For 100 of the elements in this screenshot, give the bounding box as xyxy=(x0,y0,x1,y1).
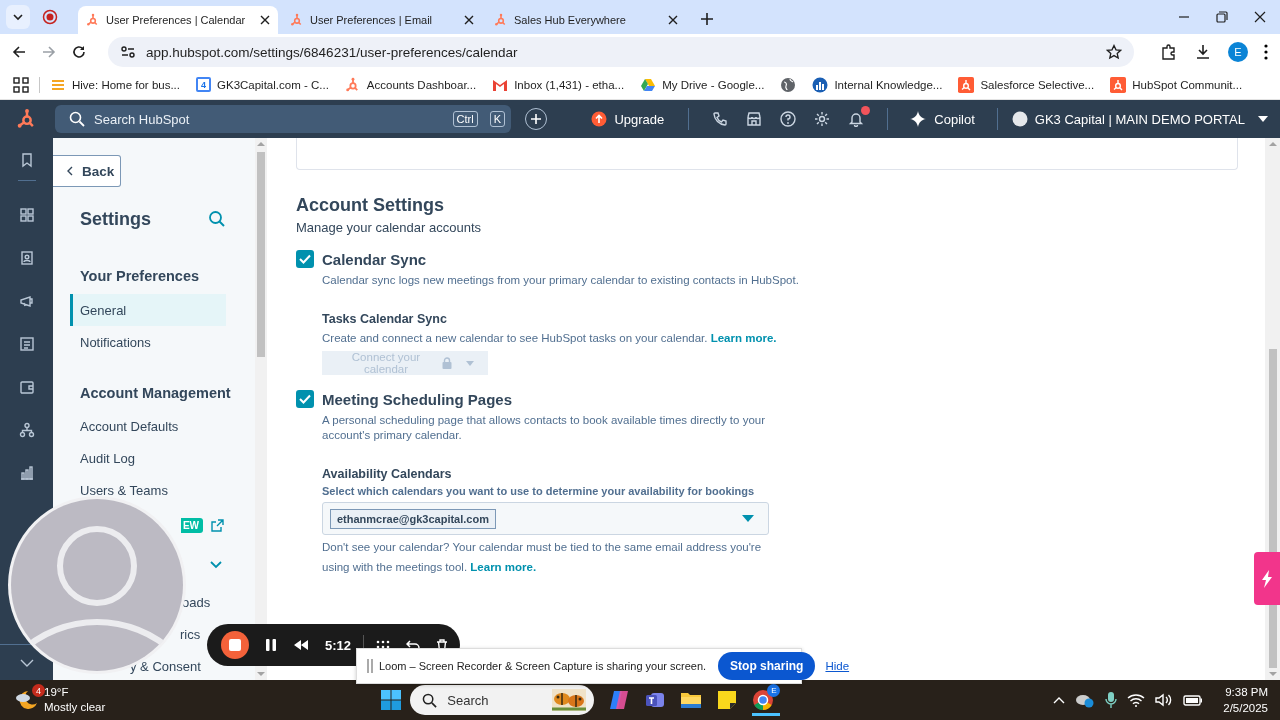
bookmark[interactable]: Hive: Home for bus... xyxy=(50,76,180,93)
sidebar-item[interactable]: rics xyxy=(180,626,201,642)
hide-link[interactable]: Hide xyxy=(825,660,850,672)
star-icon[interactable] xyxy=(1106,44,1122,60)
subsection-title: Tasks Calendar Sync xyxy=(322,312,448,326)
bookmark[interactable] xyxy=(780,76,797,93)
close-icon[interactable] xyxy=(668,15,678,25)
undo-icon[interactable] xyxy=(406,639,420,651)
tab-search-button[interactable] xyxy=(6,5,30,29)
upgrade-button[interactable]: Upgrade xyxy=(581,111,675,127)
profile-avatar[interactable]: E xyxy=(1228,42,1248,62)
external-link-icon[interactable] xyxy=(211,518,224,532)
search-placeholder: Search HubSpot xyxy=(94,111,190,127)
browser-tab[interactable]: User Preferences | Calendar xyxy=(78,6,278,34)
phone-icon[interactable] xyxy=(712,111,729,127)
sprocket-icon xyxy=(86,13,100,27)
record-icon xyxy=(42,9,58,25)
copilot-icon[interactable] xyxy=(608,689,631,711)
restore-icon[interactable] xyxy=(1216,11,1228,23)
chevron-up-icon[interactable] xyxy=(1053,696,1066,704)
quick-actions-tab[interactable] xyxy=(1254,552,1280,605)
stop-sharing-button[interactable]: Stop sharing xyxy=(718,652,816,680)
battery-icon[interactable] xyxy=(1183,694,1204,706)
bar-chart-icon[interactable] xyxy=(18,464,35,481)
option-description: A personal scheduling page that allows contacts to book available times directly to your account's primary calendar. xyxy=(322,413,766,443)
wallet-icon[interactable] xyxy=(18,378,35,395)
search-field[interactable]: Search HubSpot Ctrl K xyxy=(55,105,511,133)
sharing-message: Loom – Screen Recorder & Screen Capture is sharing your screen. xyxy=(379,660,707,672)
forward-arrow-icon[interactable] xyxy=(42,45,56,59)
bookmark[interactable]: Inbox (1,431) - etha... xyxy=(492,76,625,93)
search-icon xyxy=(69,111,85,127)
sticky-note-icon[interactable] xyxy=(716,689,739,711)
close-icon[interactable] xyxy=(464,15,474,25)
bookmark[interactable]: 4 GK3Capital.com - C... xyxy=(196,77,329,92)
site-info-icon[interactable] xyxy=(120,44,136,60)
checkbox[interactable] xyxy=(296,250,314,268)
dots-grid-icon[interactable] xyxy=(376,639,390,651)
browser-tab[interactable]: Sales Hub Everywhere xyxy=(486,6,686,34)
sprocket-icon xyxy=(1110,76,1127,93)
volume-icon[interactable] xyxy=(1155,693,1174,707)
store-icon[interactable] xyxy=(746,111,763,127)
account-menu[interactable]: GK3 Capital | MAIN DEMO PORTAL xyxy=(1011,111,1268,127)
bookmark[interactable]: My Drive - Google... xyxy=(640,76,765,93)
org-chart-icon[interactable] xyxy=(18,421,35,438)
chevron-down-icon[interactable] xyxy=(210,561,222,569)
address-bar[interactable]: app.hubspot.com/settings/6846231/user-preferences/calendar xyxy=(108,37,1134,67)
sprocket-icon xyxy=(494,13,508,27)
profile-badge: E xyxy=(767,684,781,697)
bookmark[interactable]: Salesforce Selective... xyxy=(958,76,1095,93)
section-subtitle: Manage your calendar accounts xyxy=(296,220,482,235)
wifi-icon[interactable] xyxy=(1127,693,1146,707)
grid-icon[interactable] xyxy=(18,206,35,223)
sidebar-item[interactable]: Account Defaults xyxy=(80,418,179,434)
start-icon[interactable] xyxy=(380,689,403,711)
puzzle-icon[interactable] xyxy=(1160,43,1178,61)
browser-tab[interactable]: User Preferences | Email xyxy=(282,6,482,34)
document-icon[interactable] xyxy=(18,335,35,352)
download-icon[interactable] xyxy=(1194,43,1212,61)
close-icon[interactable] xyxy=(1254,11,1266,23)
contact-card-icon[interactable] xyxy=(18,249,35,266)
calendar-chip[interactable]: ethanmcrae@gk3capital.com xyxy=(330,508,496,529)
new-tab-icon[interactable] xyxy=(700,12,714,26)
sidebar-item[interactable]: Notifications xyxy=(80,334,151,350)
settings-icon[interactable] xyxy=(814,111,831,127)
help-text: Don't see your calendar? Your calendar must be tied to the same email address you're using with the meetings tool. Learn more. xyxy=(322,540,763,575)
sidebar-item[interactable]: Users & Teams xyxy=(80,482,168,498)
search-icon[interactable] xyxy=(208,210,226,228)
calendar-select[interactable]: ethanmcrae@gk3capital.com xyxy=(322,502,769,535)
back-arrow-icon[interactable] xyxy=(12,45,26,59)
bookmark[interactable]: Accounts Dashboar... xyxy=(344,76,477,93)
scrollbar-thumb[interactable] xyxy=(257,152,265,357)
bookmark[interactable]: HubSpot Communit... xyxy=(1110,76,1243,93)
calendar-icon: 4 xyxy=(196,77,211,92)
clock[interactable]: 9:38 PM 2/5/2025 xyxy=(1223,684,1268,716)
drag-handle-icon xyxy=(367,659,373,673)
reload-icon[interactable] xyxy=(72,45,86,59)
checkbox[interactable] xyxy=(296,390,314,408)
option-title: Calendar Sync xyxy=(322,250,427,268)
stop-recording-button[interactable] xyxy=(221,631,249,659)
microphone-icon[interactable] xyxy=(1105,691,1118,709)
close-icon[interactable] xyxy=(260,15,270,25)
sidebar-item[interactable]: General xyxy=(80,302,127,318)
pause-icon[interactable] xyxy=(264,638,277,652)
caret-icon xyxy=(1258,116,1268,122)
sidebar-item[interactable]: oads xyxy=(182,594,211,610)
rewind-icon[interactable] xyxy=(292,639,309,651)
bell-icon[interactable] xyxy=(848,111,865,127)
back-button[interactable]: Back xyxy=(53,155,121,187)
apps-grid-icon[interactable] xyxy=(13,76,29,93)
copilot-button[interactable]: Copilot xyxy=(902,111,983,127)
upload-icon xyxy=(591,111,608,127)
learn-more-link[interactable]: Learn more. xyxy=(470,561,537,573)
bookmark[interactable]: Internal Knowledge... xyxy=(812,76,943,93)
caret-icon xyxy=(466,360,474,366)
sidebar-item[interactable]: Audit Log xyxy=(80,450,135,466)
taskbar-search[interactable]: Search xyxy=(410,685,595,715)
more-menu-icon[interactable] xyxy=(1264,44,1268,60)
cloud-icon[interactable] xyxy=(1075,692,1096,708)
help-icon[interactable] xyxy=(780,111,797,127)
chevron-down-icon[interactable] xyxy=(19,658,34,667)
